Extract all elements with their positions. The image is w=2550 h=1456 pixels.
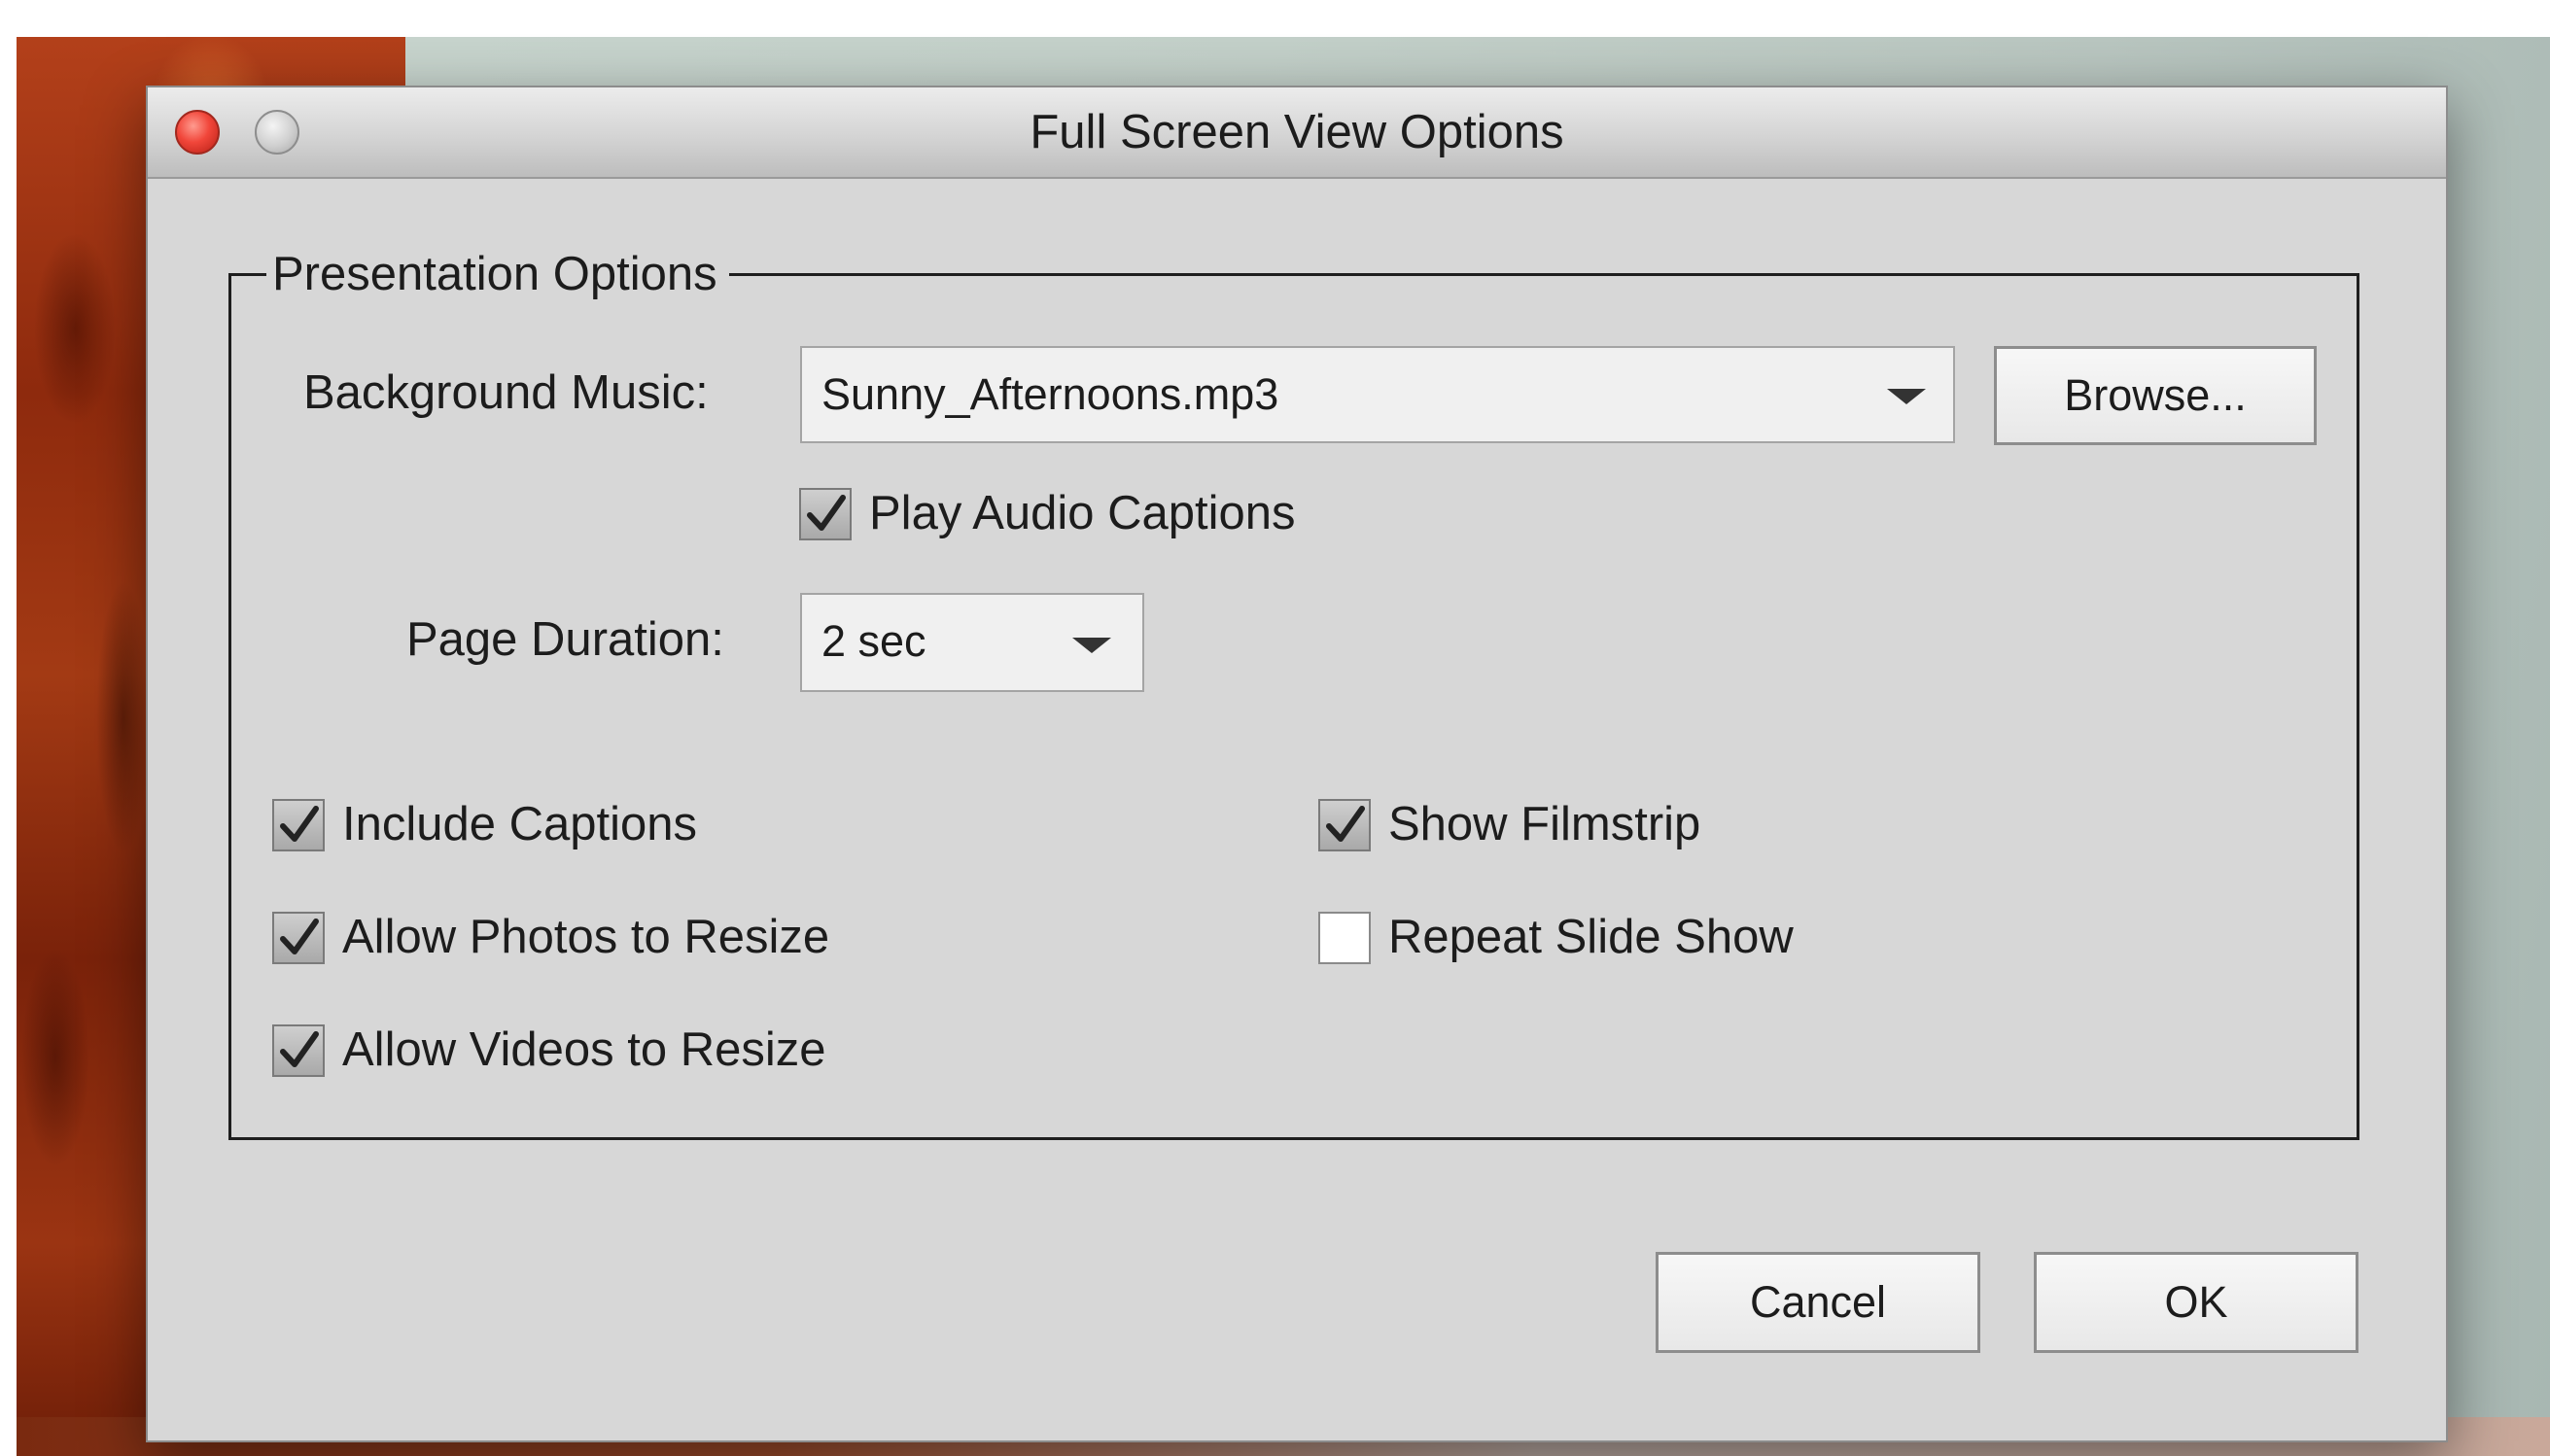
window-title: Full Screen View Options [1030,106,1564,158]
page-duration-value: 2 sec [821,616,926,666]
cancel-button[interactable]: Cancel [1656,1252,1980,1353]
checkmark-icon [280,1031,319,1067]
checkmark-icon [1326,806,1365,842]
checkmark-icon [280,919,319,954]
repeat-slide-show-box[interactable] [1318,912,1371,964]
page-duration-dropdown[interactable]: 2 sec [800,593,1144,692]
minimize-icon[interactable] [255,110,299,155]
include-captions-label: Include Captions [342,798,698,850]
ok-button[interactable]: OK [2034,1252,2358,1353]
page-duration-label: Page Duration: [406,613,724,666]
presentation-options-legend: Presentation Options [266,243,729,305]
play-audio-captions-label: Play Audio Captions [869,487,1296,539]
close-icon[interactable] [175,110,220,155]
play-audio-captions-checkbox[interactable]: Play Audio Captions [799,482,1480,544]
show-filmstrip-label: Show Filmstrip [1388,798,1701,850]
repeat-slide-show-checkbox[interactable]: Repeat Slide Show [1318,906,1999,968]
show-filmstrip-box[interactable] [1318,799,1371,851]
allow-videos-resize-label: Allow Videos to Resize [342,1023,826,1076]
allow-videos-resize-box[interactable] [272,1024,325,1077]
checkmark-icon [280,806,319,842]
full-screen-view-options-dialog: Full Screen View Options Presentation Op… [146,86,2448,1442]
background-music-value: Sunny_Afternoons.mp3 [821,369,1279,419]
play-audio-captions-box[interactable] [799,488,852,540]
background-music-dropdown[interactable]: Sunny_Afternoons.mp3 [800,346,1955,443]
show-filmstrip-checkbox[interactable]: Show Filmstrip [1318,793,1999,855]
title-bar[interactable]: Full Screen View Options [148,87,2446,179]
browse-button[interactable]: Browse... [1994,346,2317,445]
allow-photos-resize-label: Allow Photos to Resize [342,911,830,963]
repeat-slide-show-label: Repeat Slide Show [1388,911,1794,963]
allow-photos-resize-box[interactable] [272,912,325,964]
presentation-options-group: Presentation Options Background Music: S… [228,243,2359,1140]
chevron-down-icon [1072,638,1111,653]
allow-photos-resize-checkbox[interactable]: Allow Photos to Resize [272,906,953,968]
chevron-down-icon [1887,389,1926,404]
background-music-label: Background Music: [303,366,709,419]
include-captions-box[interactable] [272,799,325,851]
allow-videos-resize-checkbox[interactable]: Allow Videos to Resize [272,1019,953,1081]
checkmark-icon [807,495,846,531]
include-captions-checkbox[interactable]: Include Captions [272,793,953,855]
